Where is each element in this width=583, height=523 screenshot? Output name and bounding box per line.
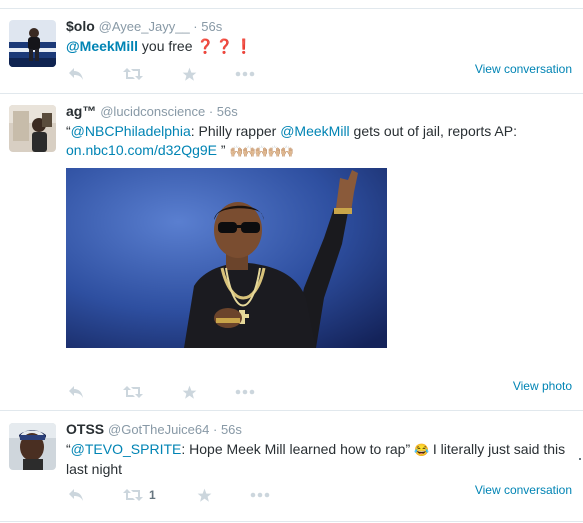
separator-dot: · [189,19,202,34]
display-name[interactable]: OTSS [66,421,104,437]
reply-icon[interactable] [68,384,84,400]
star-icon[interactable] [182,384,197,400]
timestamp[interactable]: 56s [217,104,238,119]
close-quote: ” [217,142,226,158]
tweet-text-part: gets out of jail, reports AP: [349,123,517,139]
user-handle[interactable]: @Ayee_Jayy__ [99,19,190,34]
tweet-text-body: you free [138,38,193,54]
display-name[interactable]: $olo [66,18,95,34]
avatar[interactable] [9,423,56,470]
tweet-photo[interactable] [66,168,387,348]
tweet-divider [0,521,583,522]
reply-icon[interactable] [68,66,84,82]
star-icon[interactable] [182,66,197,82]
retweet-count: 1 [149,488,156,502]
tweet-text-part: : Philly rapper [190,123,281,139]
timestamp[interactable]: 56s [201,19,222,34]
view-photo-link[interactable]: View photo [513,379,572,393]
tweet-header: ag™ @lucidconscience · 56s [66,103,238,119]
separator-dot: · [205,104,217,119]
tweet-text: @MeekMill you free ❓❓❗ [66,37,571,56]
url-link[interactable]: on.nbc10.com/d32Qg9E [66,142,217,158]
reply-icon[interactable] [68,487,84,503]
separator-dot: · [209,422,221,437]
retweet-icon[interactable] [123,384,143,400]
tweet-header: OTSS @GotTheJuice64 · 56s [66,421,242,437]
mention-link[interactable]: @NBCPhiladelphia [71,123,191,139]
mention-link[interactable]: @MeekMill [66,38,138,54]
view-conversation-link[interactable]: View conversation [475,483,572,497]
scroll-indicator [579,458,581,460]
tweet-text-part: : Hope Meek Mill learned how to rap” [181,441,415,457]
more-dots-icon[interactable] [250,487,270,503]
avatar[interactable] [9,20,56,67]
star-icon[interactable] [197,487,212,503]
raised-hands-emoji: 🙌🏼🙌🏼🙌🏼🙌🏼🙌🏼 [229,146,293,158]
mention-link[interactable]: @MeekMill [280,123,349,139]
user-handle[interactable]: @lucidconscience [100,104,205,119]
tweet-3[interactable]: OTSS @GotTheJuice64 · 56s “@TEVO_SPRITE:… [0,411,583,521]
tweet-2[interactable]: ag™ @lucidconscience · 56s “@NBCPhiladel… [0,94,583,410]
tweet-text: “@NBCPhiladelphia: Philly rapper @MeekMi… [66,122,571,162]
mention-link[interactable]: @TEVO_SPRITE [71,441,182,457]
tweet-header: $olo @Ayee_Jayy__ · 56s [66,18,222,34]
more-dots-icon[interactable] [235,66,255,82]
view-conversation-link[interactable]: View conversation [475,62,572,76]
display-name[interactable]: ag™ [66,103,96,119]
laughing-emoji: 😂 [414,443,429,457]
tweet-1[interactable]: $olo @Ayee_Jayy__ · 56s @MeekMill you fr… [0,9,583,93]
retweet-button[interactable]: 1 [123,487,156,503]
retweet-icon [123,489,143,501]
tweet-text: “@TEVO_SPRITE: Hope Meek Mill learned ho… [66,440,571,479]
emoji-marks: ❓❓❗ [196,38,255,54]
user-handle[interactable]: @GotTheJuice64 [108,422,209,437]
timestamp[interactable]: 56s [221,422,242,437]
more-dots-icon[interactable] [235,384,255,400]
retweet-icon[interactable] [123,66,143,82]
avatar[interactable] [9,105,56,152]
